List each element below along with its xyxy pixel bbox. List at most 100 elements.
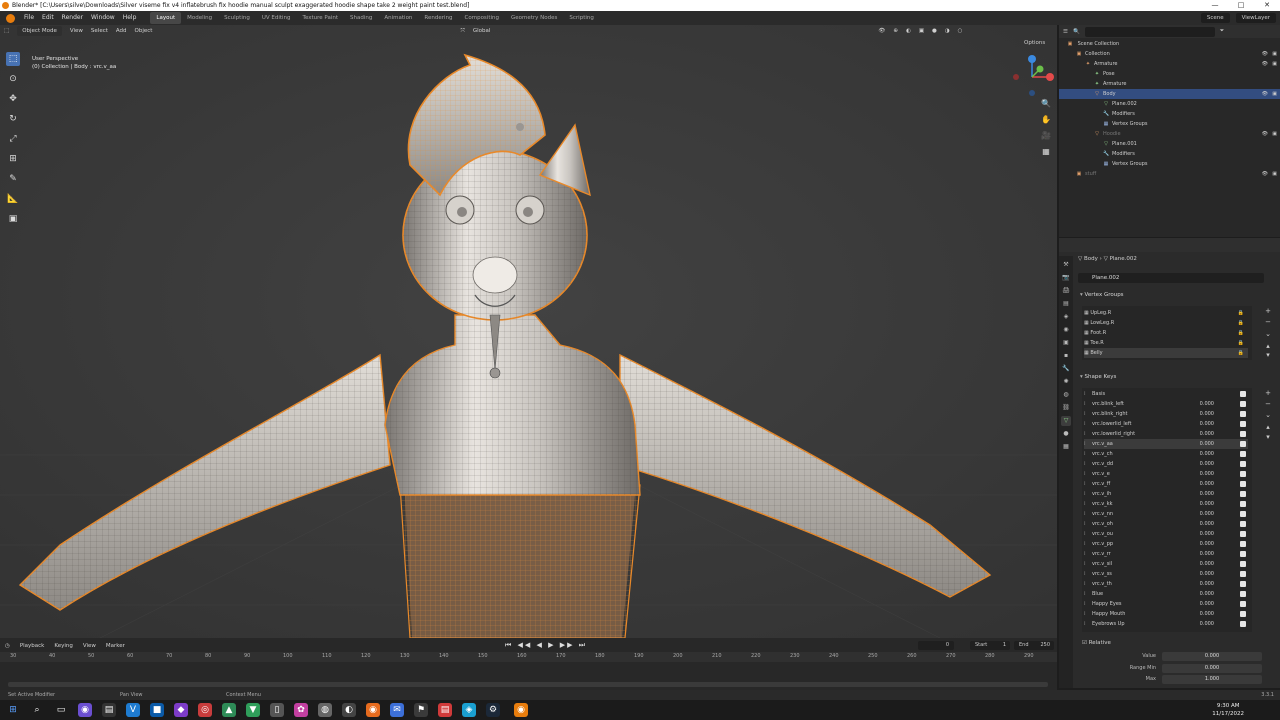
start-frame-field[interactable]: Start 1: [970, 641, 1010, 650]
shape-key-item[interactable]: ⁞ Happy Mouth 0.000: [1084, 609, 1248, 619]
shape-key-item[interactable]: ⁞ Blue 0.000: [1084, 589, 1248, 599]
tab-geometry-nodes[interactable]: Geometry Nodes: [505, 12, 563, 24]
add-cube-tool-icon[interactable]: ▣: [6, 212, 20, 226]
outliner-item[interactable]: ▦ Vertex Groups: [1059, 119, 1280, 129]
sk-move-up-icon[interactable]: ▴: [1264, 423, 1272, 431]
shape-key-item[interactable]: ⁞ vrc.v_ch 0.000: [1084, 449, 1248, 459]
shape-key-value[interactable]: 0.000: [1200, 589, 1214, 599]
shape-key-value[interactable]: 0.000: [1200, 619, 1214, 629]
shape-key-value[interactable]: 0.000: [1200, 569, 1214, 579]
particles-tab-icon[interactable]: ✺: [1061, 377, 1071, 387]
outliner-item[interactable]: ▽ Hoodie 👁 ▣: [1059, 129, 1280, 139]
menu-timeline-view[interactable]: View: [83, 643, 96, 649]
firefox-icon[interactable]: ◉: [366, 703, 380, 717]
shape-key-item[interactable]: ⁞ vrc.blink_left 0.000: [1084, 399, 1248, 409]
shape-key-mute-checkbox[interactable]: [1240, 501, 1246, 507]
menu-file[interactable]: File: [20, 11, 38, 25]
shape-key-item[interactable]: ⁞ vrc.v_aa 0.000: [1084, 439, 1248, 449]
grid-view-icon[interactable]: ▦: [1040, 145, 1052, 158]
timeline-scrollbar[interactable]: [8, 682, 1048, 687]
app-icon-3[interactable]: ◎: [198, 703, 212, 717]
shape-key-mute-checkbox[interactable]: [1240, 411, 1246, 417]
vg-add-button[interactable]: +: [1264, 307, 1272, 315]
render-tab-icon[interactable]: 📷: [1061, 273, 1071, 283]
shape-key-mute-checkbox[interactable]: [1240, 481, 1246, 487]
outliner-item[interactable]: 🔧 Modifiers: [1059, 109, 1280, 119]
measure-tool-icon[interactable]: 📐: [6, 192, 20, 206]
shape-key-value[interactable]: 0.000: [1200, 489, 1214, 499]
gizmo-toggle-icon[interactable]: ⊕: [893, 28, 898, 34]
shape-key-mute-checkbox[interactable]: [1240, 401, 1246, 407]
vg-move-up-icon[interactable]: ▴: [1264, 342, 1272, 350]
menu-help[interactable]: Help: [119, 11, 141, 25]
vertex-groups-panel-title[interactable]: Vertex Groups: [1080, 292, 1124, 298]
shape-key-value[interactable]: 0.000: [1200, 599, 1214, 609]
menu-keying[interactable]: Keying: [54, 643, 72, 649]
menu-playback[interactable]: Playback: [20, 643, 45, 649]
tab-layout[interactable]: Layout: [150, 12, 182, 24]
timeline-ruler[interactable]: 30 40 50 60 70 80 90 100 110 120 130 140 150 160 170 18…: [0, 652, 1057, 662]
outliner-item[interactable]: ✦ Pose: [1059, 69, 1280, 79]
outliner-item[interactable]: ▣ stuff 👁 ▣: [1059, 169, 1280, 179]
shape-key-mute-checkbox[interactable]: [1240, 461, 1246, 467]
shape-key-mute-checkbox[interactable]: [1240, 491, 1246, 497]
app-icon-2[interactable]: ◆: [174, 703, 188, 717]
shape-key-item[interactable]: ⁞ vrc.v_sil 0.000: [1084, 559, 1248, 569]
mode-selector[interactable]: Object Mode: [17, 26, 62, 36]
shape-key-item[interactable]: ⁞ vrc.v_ff 0.000: [1084, 479, 1248, 489]
tab-shading[interactable]: Shading: [344, 12, 378, 24]
menu-marker[interactable]: Marker: [106, 643, 125, 649]
vertex-group-item[interactable]: ▦ LowLeg.R 🔒: [1084, 318, 1248, 328]
shape-key-item[interactable]: ⁞ vrc.v_kk 0.000: [1084, 499, 1248, 509]
menu-render[interactable]: Render: [58, 11, 87, 25]
menu-select[interactable]: Select: [91, 28, 108, 34]
scene-selector[interactable]: Scene: [1200, 13, 1230, 23]
shape-key-value[interactable]: 0.000: [1200, 429, 1214, 439]
shape-key-mute-checkbox[interactable]: [1240, 561, 1246, 567]
vertex-group-item[interactable]: ▦ Belly 🔒: [1084, 348, 1248, 358]
annotate-tool-icon[interactable]: ✎: [6, 172, 20, 186]
shape-key-value[interactable]: 0.000: [1200, 439, 1214, 449]
app-icon-6[interactable]: ▯: [270, 703, 284, 717]
shape-key-value[interactable]: 0.000: [1200, 559, 1214, 569]
end-frame-field[interactable]: End 250: [1014, 641, 1054, 650]
view-layer-tab-icon[interactable]: ▤: [1061, 299, 1071, 309]
minimize-button[interactable]: —: [1202, 0, 1228, 11]
lock-icon[interactable]: 🔒: [1238, 308, 1244, 318]
app-icon-4[interactable]: ▲: [222, 703, 236, 717]
app-icon-1[interactable]: ■: [150, 703, 164, 717]
app-icon-7[interactable]: ✿: [294, 703, 308, 717]
outliner-editor-icon[interactable]: ☰: [1063, 29, 1068, 35]
lock-icon[interactable]: 🔒: [1238, 348, 1244, 358]
visibility-eye-icon[interactable]: 👁: [1262, 49, 1268, 59]
shape-key-mute-checkbox[interactable]: [1240, 541, 1246, 547]
output-tab-icon[interactable]: 🖨: [1061, 286, 1071, 296]
tab-texture-paint[interactable]: Texture Paint: [297, 12, 345, 24]
transform-tool-icon[interactable]: ⊞: [6, 152, 20, 166]
shape-key-value[interactable]: 0.000: [1200, 399, 1214, 409]
shape-key-value[interactable]: 0.000: [1200, 549, 1214, 559]
move-tool-icon[interactable]: ✥: [6, 92, 20, 106]
shape-key-value[interactable]: 0.000: [1200, 509, 1214, 519]
shape-key-item[interactable]: ⁞ vrc.lowerlid_right 0.000: [1084, 429, 1248, 439]
maximize-button[interactable]: □: [1228, 0, 1254, 11]
outliner-item[interactable]: ▽ Body 👁 ▣: [1059, 89, 1280, 99]
select-box-tool-icon[interactable]: ⬚: [6, 52, 20, 66]
constraints-tab-icon[interactable]: ⛓: [1061, 403, 1071, 413]
shape-key-mute-checkbox[interactable]: [1240, 511, 1246, 517]
shape-key-mute-checkbox[interactable]: [1240, 531, 1246, 537]
mesh-data-tab-icon[interactable]: ▽: [1061, 416, 1071, 426]
3d-viewport[interactable]: [0, 25, 1057, 638]
vg-remove-button[interactable]: −: [1264, 318, 1272, 326]
outliner-item[interactable]: ▦ Vertex Groups: [1059, 159, 1280, 169]
collection-tab-icon[interactable]: ▣: [1061, 338, 1071, 348]
tab-modeling[interactable]: Modeling: [181, 12, 218, 24]
current-frame-field[interactable]: 0: [918, 641, 954, 650]
browser-icon[interactable]: ◉: [78, 703, 92, 717]
render-toggle-icon[interactable]: ▣: [1272, 59, 1277, 69]
shape-key-mute-checkbox[interactable]: [1240, 571, 1246, 577]
camera-view-icon[interactable]: 🎥: [1040, 129, 1052, 142]
shape-key-item[interactable]: ⁞ vrc.v_th 0.000: [1084, 579, 1248, 589]
shape-key-item[interactable]: ⁞ Eyebrows Up 0.000: [1084, 619, 1248, 629]
shape-value-field[interactable]: 0.000: [1162, 652, 1262, 661]
